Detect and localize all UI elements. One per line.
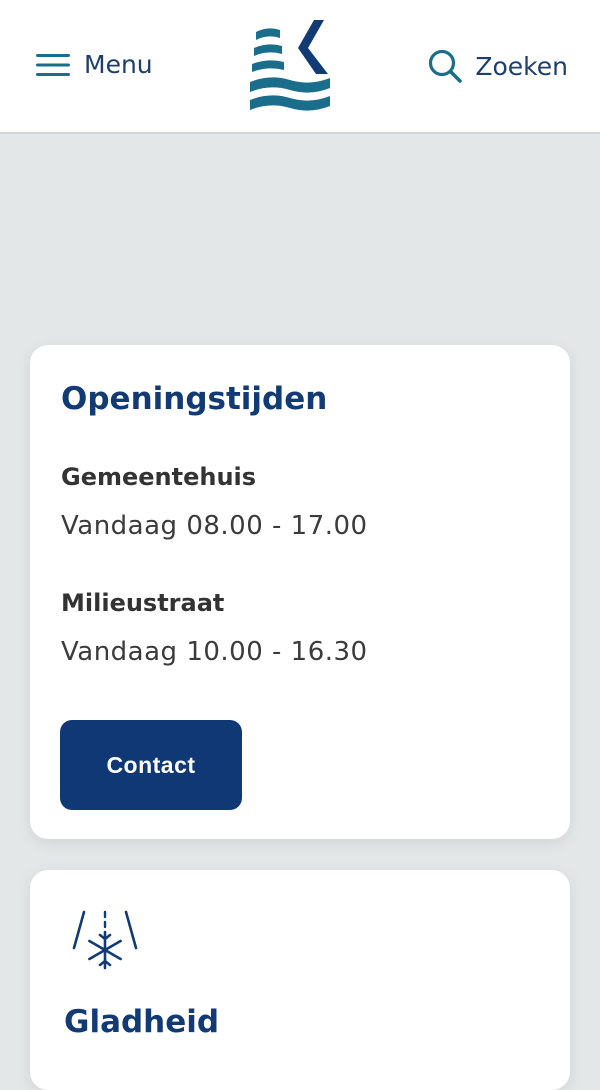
search-button[interactable]: Zoeken	[427, 48, 568, 84]
menu-button[interactable]: Menu	[36, 50, 153, 79]
opening-hours-title: Openingstijden	[61, 381, 328, 417]
hamburger-menu-icon	[36, 53, 70, 76]
location-hours-gemeentehuis: Vandaag 08.00 - 17.00	[61, 511, 368, 541]
slipperiness-card[interactable]: Gladheid	[30, 870, 570, 1090]
search-icon	[429, 49, 463, 83]
opening-hours-card: Openingstijden Gemeentehuis Vandaag 08.0…	[30, 345, 570, 839]
search-label: Zoeken	[475, 51, 568, 81]
location-name-gemeentehuis: Gemeentehuis	[61, 463, 257, 491]
location-name-milieustraat: Milieustraat	[61, 589, 225, 617]
site-header: Menu Zoeken	[0, 0, 600, 134]
location-hours-milieustraat: Vandaag 10.00 - 16.30	[61, 637, 368, 667]
menu-label: Menu	[84, 50, 153, 79]
slipperiness-title: Gladheid	[64, 1004, 220, 1040]
municipality-logo[interactable]	[246, 18, 332, 118]
contact-button[interactable]: Contact	[60, 720, 242, 810]
road-ice-icon	[72, 910, 138, 970]
